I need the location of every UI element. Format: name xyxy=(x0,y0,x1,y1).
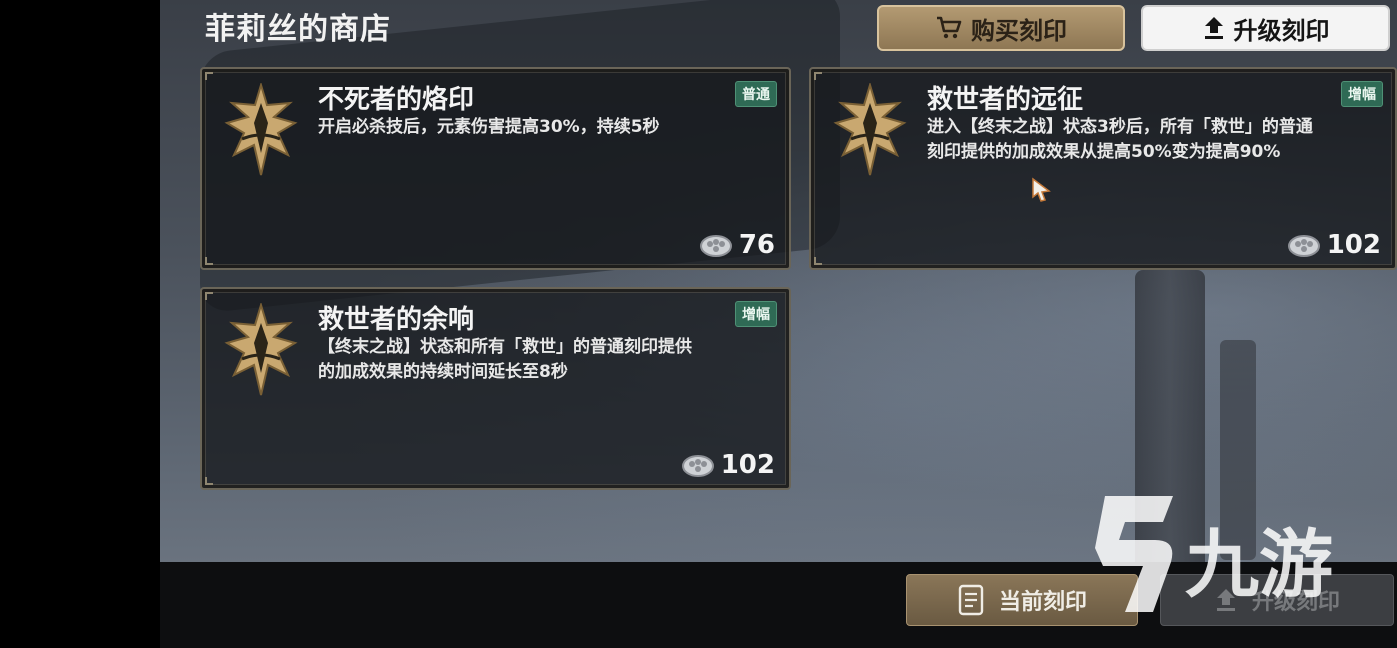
upload-icon xyxy=(1204,17,1223,39)
description-line: 开启必杀技后，元素伤害提高30%，持续5秒 xyxy=(318,117,660,137)
card-corner xyxy=(205,292,213,300)
current-engraving-label: 当前刻印 xyxy=(998,590,1087,615)
description-line: 的加成效果的持续时间延长至8秒 xyxy=(318,362,568,382)
description-line: 【终末之战】状态和所有「救世」的普通刻印提供 xyxy=(318,337,692,357)
page-title: 菲莉丝的商店 xyxy=(205,12,391,47)
engraving-card-2[interactable]: 救世者的远征 增幅 进入【终末之战】状态3秒后，所有「救世」的普通 刻印提供的加… xyxy=(809,67,1397,270)
engraving-name: 不死者的烙印 xyxy=(318,85,475,115)
engraving-name: 救世者的余响 xyxy=(318,305,475,335)
rarity-tag: 普通 xyxy=(735,81,777,107)
card-corner xyxy=(205,72,213,80)
upgrade-engraving-tab[interactable]: 升级刻印 xyxy=(1141,5,1390,51)
upgrade-engraving-label: 升级刻印 xyxy=(1233,16,1330,45)
currency-icon xyxy=(699,235,732,257)
emblem-icon xyxy=(224,303,298,396)
currency-icon xyxy=(1287,235,1320,257)
emblem-icon xyxy=(224,83,298,176)
engraving-card-1[interactable]: 不死者的烙印 普通 开启必杀技后，元素伤害提高30%，持续5秒 76 xyxy=(200,67,791,270)
currency-icon xyxy=(681,455,714,477)
rarity-tag: 增幅 xyxy=(1341,81,1383,107)
emblem-icon xyxy=(833,83,907,176)
rarity-tag: 增幅 xyxy=(735,301,777,327)
price: 102 xyxy=(681,450,775,480)
cursor-icon xyxy=(1032,177,1051,202)
engraving-description: 进入【终末之战】状态3秒后，所有「救世」的普通 刻印提供的加成效果从提高50%变… xyxy=(927,115,1381,165)
description-line: 进入【终末之战】状态3秒后，所有「救世」的普通 xyxy=(927,117,1313,137)
price-value: 76 xyxy=(738,230,775,260)
watermark-logo: 九游 xyxy=(1095,496,1333,612)
engraving-card-3[interactable]: 救世者的余响 增幅 【终末之战】状态和所有「救世」的普通刻印提供 的加成效果的持… xyxy=(200,287,791,490)
buy-engraving-button[interactable]: 购买刻印 xyxy=(877,5,1125,51)
card-corner xyxy=(205,477,213,485)
document-icon xyxy=(958,584,984,616)
engraving-description: 开启必杀技后，元素伤害提高30%，持续5秒 xyxy=(318,115,775,140)
price-value: 102 xyxy=(720,450,775,480)
card-corner xyxy=(814,72,822,80)
left-letterbox xyxy=(0,0,160,648)
price-value: 102 xyxy=(1326,230,1381,260)
engraving-name: 救世者的远征 xyxy=(927,85,1084,115)
card-corner xyxy=(205,257,213,265)
description-line: 刻印提供的加成效果从提高50%变为提高90% xyxy=(927,142,1281,162)
engraving-description: 【终末之战】状态和所有「救世」的普通刻印提供 的加成效果的持续时间延长至8秒 xyxy=(318,335,775,385)
buy-engraving-label: 购买刻印 xyxy=(971,16,1067,45)
cart-icon xyxy=(937,16,962,39)
price: 102 xyxy=(1287,230,1381,260)
price: 76 xyxy=(699,230,775,260)
card-corner xyxy=(814,257,822,265)
watermark-text: 九游 xyxy=(1185,522,1333,608)
